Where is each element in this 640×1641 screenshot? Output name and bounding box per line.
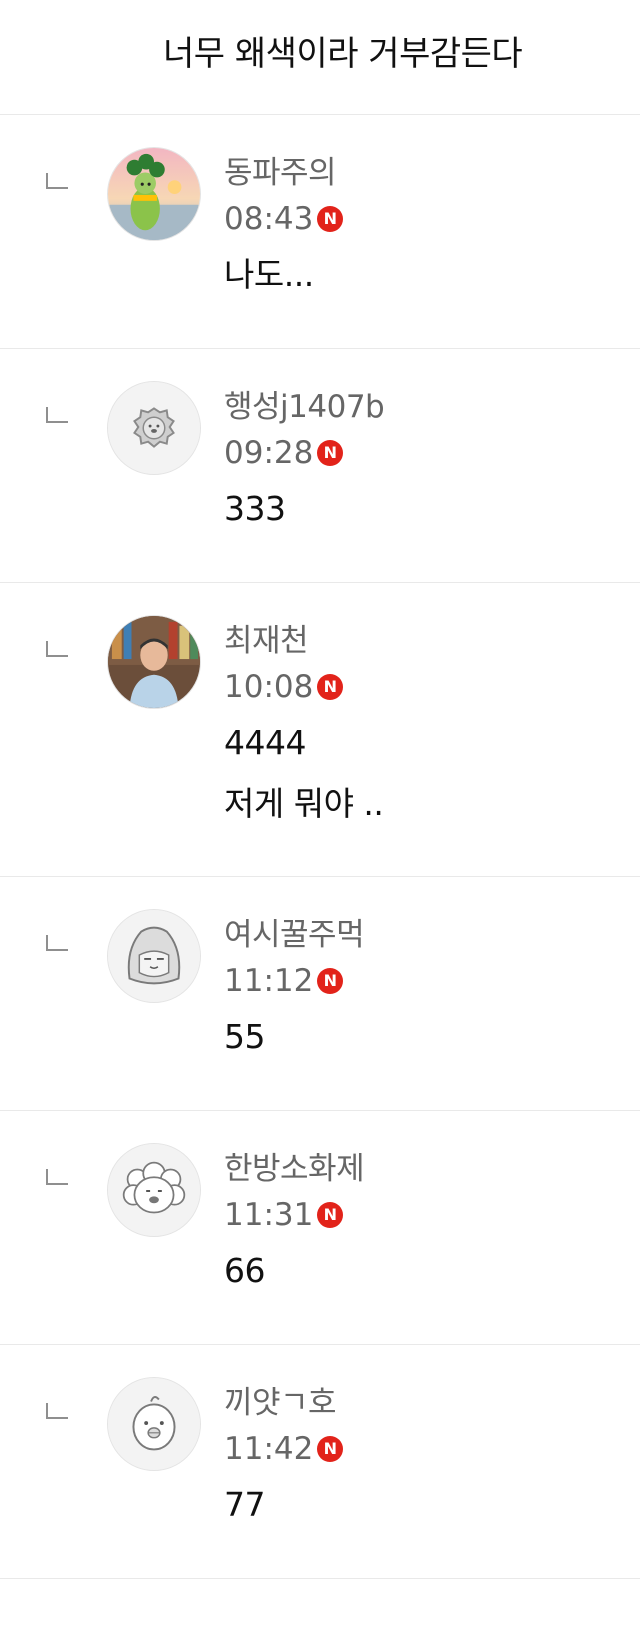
- reply-arrow-icon: [46, 935, 68, 951]
- reply-item: 동파주의 08:43 N 나도...: [0, 115, 640, 349]
- cartoon-character-avatar-icon: [108, 148, 200, 240]
- reply-item: 행성j1407b 09:28 N 333: [0, 349, 640, 583]
- person-photo-avatar-icon: [108, 616, 200, 708]
- reply-text: 4444 저게 뭐야 ..: [224, 721, 384, 843]
- timestamp: 11:12: [224, 963, 314, 999]
- time-row: 11:12 N: [224, 961, 344, 1001]
- default-lion-avatar-icon: [108, 382, 200, 474]
- reply-arrow-icon: [46, 1169, 68, 1185]
- new-badge-icon: N: [317, 1202, 344, 1228]
- timestamp: 11:42: [224, 1431, 314, 1467]
- time-row: 11:31 N: [224, 1195, 344, 1235]
- parent-comment: 너무 왜색이라 거부감든다: [0, 0, 640, 115]
- nickname[interactable]: 끼얏ㄱ호: [224, 1383, 337, 1423]
- nickname[interactable]: 최재천: [224, 621, 309, 661]
- avatar[interactable]: [107, 1143, 201, 1237]
- timestamp: 08:43: [224, 201, 314, 237]
- timestamp: 11:31: [224, 1197, 314, 1233]
- time-row: 08:43 N: [224, 199, 344, 239]
- reply-text-line: 저게 뭐야 ..: [224, 784, 384, 823]
- timestamp: 10:08: [224, 669, 314, 705]
- reply-text-line: 나도...: [224, 255, 314, 294]
- new-badge-icon: N: [317, 1436, 344, 1462]
- time-row: 11:42 N: [224, 1429, 344, 1469]
- reply-text: 나도...: [224, 253, 314, 314]
- reply-arrow-icon: [46, 173, 68, 189]
- reply-text-line: 55: [224, 1017, 266, 1056]
- reply-arrow-icon: [46, 1403, 68, 1419]
- parent-comment-text: 너무 왜색이라 거부감든다: [163, 34, 523, 74]
- reply-arrow-icon: [46, 407, 68, 423]
- reply-text: 333: [224, 487, 286, 548]
- reply-item: 끼얏ㄱ호 11:42 N 77: [0, 1345, 640, 1579]
- avatar[interactable]: [107, 381, 201, 475]
- new-badge-icon: N: [317, 440, 344, 466]
- new-badge-icon: N: [317, 206, 344, 232]
- avatar[interactable]: [107, 615, 201, 709]
- nickname[interactable]: 동파주의: [224, 153, 337, 193]
- time-row: 10:08 N: [224, 667, 344, 707]
- nickname[interactable]: 한방소화제: [224, 1149, 365, 1189]
- timestamp: 09:28: [224, 435, 314, 471]
- reply-item: 여시꿀주먹 11:12 N 55: [0, 877, 640, 1111]
- reply-text: 77: [224, 1483, 266, 1544]
- reply-text-line: 77: [224, 1485, 266, 1524]
- default-fox-avatar-icon: [108, 910, 200, 1002]
- avatar[interactable]: [107, 147, 201, 241]
- new-badge-icon: N: [317, 674, 344, 700]
- reply-arrow-icon: [46, 641, 68, 657]
- reply-text-line: 4444: [224, 723, 306, 762]
- reply-item: 최재천 10:08 N 4444 저게 뭐야 ..: [0, 583, 640, 877]
- reply-text: 66: [224, 1249, 266, 1310]
- reply-text: 55: [224, 1015, 266, 1076]
- default-poodle-avatar-icon: [108, 1144, 200, 1236]
- reply-text-line: 66: [224, 1251, 266, 1290]
- avatar[interactable]: [107, 909, 201, 1003]
- avatar[interactable]: [107, 1377, 201, 1471]
- nickname[interactable]: 행성j1407b: [224, 387, 385, 427]
- reply-item: 한방소화제 11:31 N 66: [0, 1111, 640, 1345]
- time-row: 09:28 N: [224, 433, 344, 473]
- nickname[interactable]: 여시꿀주먹: [224, 915, 365, 955]
- new-badge-icon: N: [317, 968, 344, 994]
- reply-text-line: 333: [224, 489, 286, 528]
- default-chick-avatar-icon: [108, 1378, 200, 1470]
